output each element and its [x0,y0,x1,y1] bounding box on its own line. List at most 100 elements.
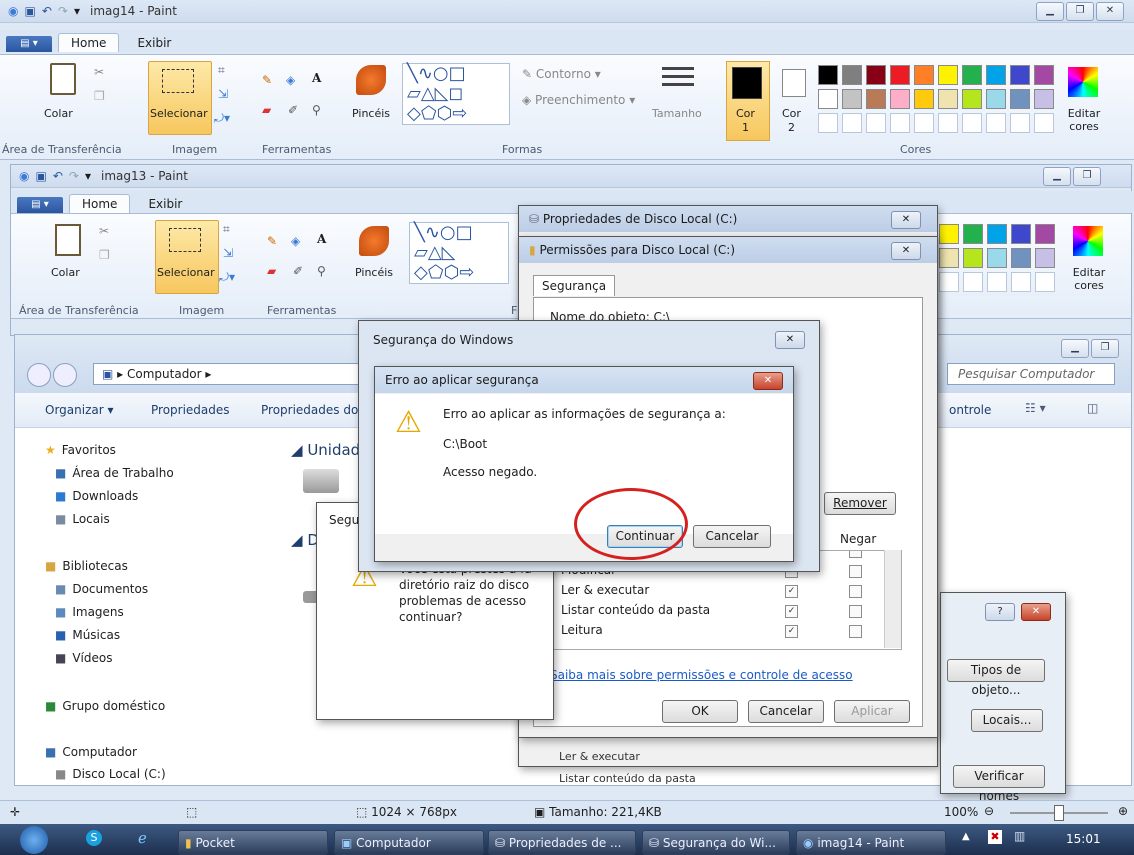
resize-icon[interactable]: ⇲ [218,87,228,101]
color-swatch[interactable] [866,65,886,85]
close-button[interactable]: ✕ [891,242,921,260]
tab-home[interactable]: Home [69,194,131,213]
color-swatch[interactable] [842,65,862,85]
cancel-button[interactable]: Cancelar [748,700,824,723]
edit-colors-icon[interactable] [1073,226,1103,256]
sidebar-item[interactable]: ■ Músicas [55,628,120,642]
redo-icon[interactable]: ↷ [58,4,68,18]
paste-button[interactable]: Colar [44,107,73,120]
color-swatch[interactable] [914,65,934,85]
cut-icon[interactable]: ✂ [94,65,104,79]
taskbar-item-properties[interactable]: ⛁ Propriedades de ... [488,830,636,855]
zoom-out-button[interactable]: ⊖ [984,804,994,818]
save-icon[interactable]: ▣ [24,4,35,18]
custom-color-swatch[interactable] [842,113,862,133]
color-swatch[interactable] [963,224,983,244]
color-swatch[interactable] [818,65,838,85]
forward-button[interactable] [53,363,77,387]
color-swatch[interactable] [842,89,862,109]
sidebar-item[interactable]: ■ Imagens [55,605,124,619]
color2-swatch[interactable] [782,69,806,97]
locations-button[interactable]: Locais... [971,709,1043,732]
deny-checkbox[interactable] [849,605,862,618]
custom-color-swatch[interactable] [818,113,838,133]
color-swatch[interactable] [818,89,838,109]
save-icon[interactable]: ▣ [35,169,46,183]
restore-button[interactable]: ❐ [1066,2,1094,21]
minimize-button[interactable]: ▁ [1061,339,1089,358]
text-icon[interactable]: A [317,232,326,246]
color-swatch[interactable] [1034,89,1054,109]
paint-menu-button[interactable]: ▤ ▾ [17,197,63,213]
permissions-scrollbar[interactable] [884,550,901,648]
color-swatch[interactable] [1010,65,1030,85]
close-button[interactable]: ✕ [753,372,783,390]
color-picker-icon[interactable]: ✐ [288,103,298,117]
tab-view[interactable]: Exibir [136,195,194,213]
cancel-button[interactable]: Cancelar [693,525,771,548]
taskbar-item-security[interactable]: ⛁ Segurança do Wi... [642,830,790,855]
browser-icon[interactable]: ℯ [138,829,147,847]
deny-checkbox[interactable] [849,565,862,578]
control-panel-button[interactable]: ontrole [949,403,991,417]
eraser-icon[interactable]: ▰ [267,264,276,278]
customize-icon[interactable]: ▾ [85,169,91,183]
sidebar-item[interactable]: ■ Bibliotecas [45,559,128,573]
sidebar-item[interactable]: ■ Vídeos [55,651,112,665]
crop-icon[interactable]: ⌗ [218,63,225,78]
copy-icon[interactable]: ❐ [94,89,105,103]
eraser-icon[interactable]: ▰ [262,103,271,117]
zoom-in-button[interactable]: ⊕ [1118,804,1128,818]
color-picker-icon[interactable]: ✐ [293,264,303,278]
color-swatch[interactable] [962,89,982,109]
sidebar-item[interactable]: ■ Disco Local (C:) [55,767,166,781]
customize-icon[interactable]: ▾ [74,4,80,18]
help-button[interactable]: ? [985,603,1015,621]
address-bar[interactable]: ▣ ▸ Computador ▸ [93,363,373,385]
color-swatch[interactable] [962,65,982,85]
taskbar-item-paint[interactable]: ◉ imag14 - Paint [796,830,946,855]
paint-app-icon[interactable]: ◉ [8,4,18,18]
pencil-icon[interactable]: ✎ [267,234,277,248]
start-button[interactable] [20,826,48,854]
tab-home[interactable]: Home [58,33,120,52]
paste-button[interactable]: Colar [51,266,80,279]
minimize-button[interactable]: ▁ [1043,167,1071,186]
brushes-button[interactable]: Pincéis [355,266,393,279]
permissions-help-link[interactable]: Saiba mais sobre permissões e controle d… [550,668,853,682]
color-swatch[interactable] [890,65,910,85]
color-swatch[interactable] [1035,248,1055,268]
color-swatch[interactable] [939,248,959,268]
paint-app-icon[interactable]: ◉ [19,169,29,183]
fill-icon[interactable]: ◈ [291,234,300,248]
cut-icon[interactable]: ✂ [99,224,109,238]
edit-colors-icon[interactable] [1068,67,1098,97]
taskbar-item-computer[interactable]: ▣ Computador [334,830,484,855]
sidebar-item[interactable]: ■ Documentos [55,582,148,596]
deny-checkbox[interactable] [849,585,862,598]
action-center-icon[interactable]: ✖ [988,830,1002,844]
brushes-icon[interactable] [356,65,386,95]
color-swatch[interactable] [987,248,1007,268]
custom-color-swatch[interactable] [1010,113,1030,133]
color-swatch[interactable] [986,89,1006,109]
edit-colors-button[interactable]: Editar cores [1067,266,1111,292]
edit-colors-button[interactable]: Editar cores [1062,107,1106,133]
deny-checkbox[interactable] [849,551,862,558]
tray-expand-icon[interactable]: ▲ [962,831,970,842]
size-icon[interactable] [662,67,694,91]
search-input[interactable]: Pesquisar Computador [947,363,1115,385]
allow-checkbox[interactable]: ✓ [785,605,798,618]
brushes-icon[interactable] [359,226,389,256]
magnifier-icon[interactable]: ⚲ [317,264,326,278]
shapes-gallery[interactable]: ╲∿○□ ▱△◺ ◇⬠⬡⇨ [409,222,509,284]
tab-view[interactable]: Exibir [125,34,183,52]
custom-color-swatch[interactable] [938,113,958,133]
undo-icon[interactable]: ↶ [42,4,52,18]
color-swatch[interactable] [987,224,1007,244]
sidebar-item[interactable]: ■ Área de Trabalho [55,466,174,480]
custom-color-swatch[interactable] [866,113,886,133]
custom-color-swatch[interactable] [914,113,934,133]
rotate-icon[interactable]: ⤾▾ [219,270,235,285]
object-types-button[interactable]: Tipos de objeto... [947,659,1045,697]
